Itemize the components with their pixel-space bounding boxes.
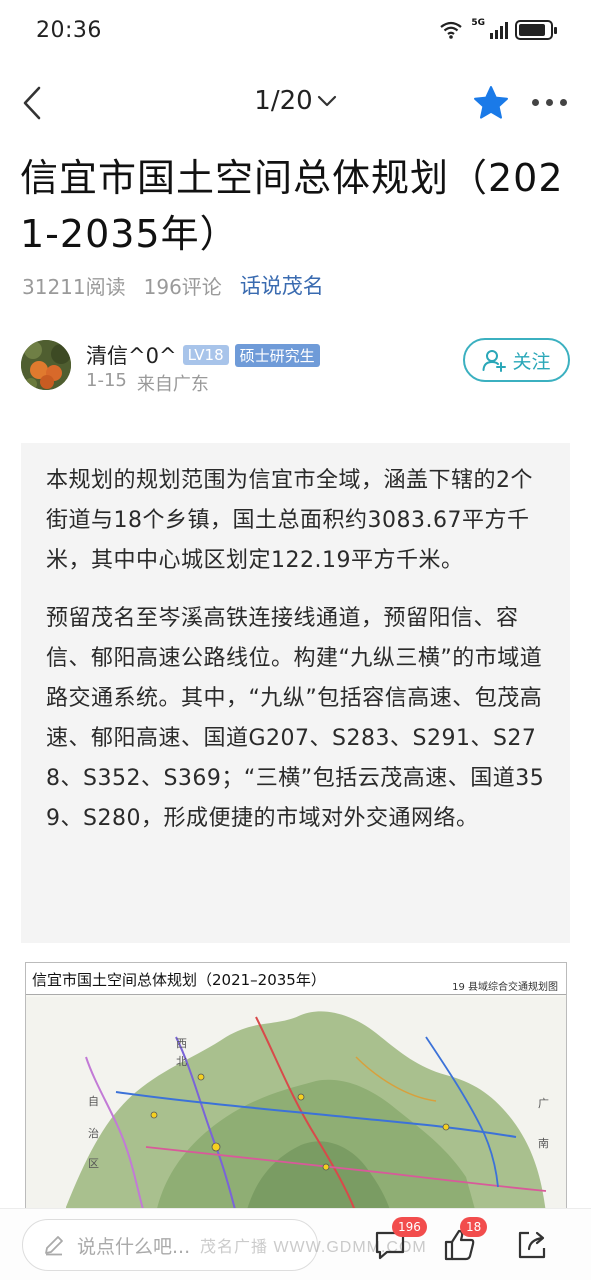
comments-button[interactable]: 196 xyxy=(370,1217,427,1265)
dot-icon xyxy=(546,98,553,106)
comment-count-badge: 196 xyxy=(392,1217,427,1237)
author-name[interactable]: 清信^0^ xyxy=(86,340,177,370)
article-map-image[interactable]: 信宜市国土空间总体规划（2021–2035年） 19 县域综合交通规划图 西 北… xyxy=(25,962,567,1212)
comment-placeholder: 说点什么吧... xyxy=(77,1235,191,1258)
author-subline: 1-15 来自广东 xyxy=(86,370,209,396)
dot-icon xyxy=(532,98,539,106)
author-name-row: 清信^0^ LV18 硕士研究生 xyxy=(86,340,320,370)
network-type: 5G xyxy=(471,18,485,28)
follow-button[interactable]: 关注 xyxy=(463,338,570,382)
map-label: 自 xyxy=(88,1095,99,1108)
more-options-button[interactable] xyxy=(532,94,576,110)
article-title: 信宜市国土空间总体规划（2021-2035年） xyxy=(20,156,564,256)
signal-icon xyxy=(490,22,508,39)
post-location: 来自广东 xyxy=(136,374,209,395)
article-body: 本规划的规划范围为信宜市全域，涵盖下辖的2个街道与18个乡镇，国土总面积约308… xyxy=(21,443,570,943)
chevron-down-icon xyxy=(317,84,337,114)
favorite-button[interactable] xyxy=(472,84,510,122)
map-label: 北 xyxy=(176,1055,187,1068)
map-label: 广 xyxy=(538,1097,549,1110)
avatar[interactable] xyxy=(21,340,71,390)
map-label: 治 xyxy=(88,1126,99,1140)
avatar-image xyxy=(21,340,71,390)
read-count: 31211阅读 xyxy=(22,274,126,299)
paragraph: 预留茂名至岑溪高铁连接线通道，预留阳信、容信、郁阳高速公路线位。构建“九纵三横”… xyxy=(46,606,545,831)
map-header: 信宜市国土空间总体规划（2021–2035年） 19 县域综合交通规划图 xyxy=(26,963,566,995)
follow-label: 关注 xyxy=(512,350,551,373)
dot-icon xyxy=(560,98,567,106)
page-indicator-label: 1/20 xyxy=(254,86,313,116)
star-icon xyxy=(474,86,508,119)
pencil-icon xyxy=(45,1236,63,1256)
map-label: 区 xyxy=(88,1157,99,1170)
post-date: 1-15 xyxy=(86,370,127,391)
wifi-icon xyxy=(440,21,463,39)
bottom-action-bar: 说点什么吧... 茂名广播 WWW.GDMM.COM 196 18 xyxy=(0,1208,591,1280)
status-time: 20:36 xyxy=(36,18,102,43)
share-button[interactable] xyxy=(512,1225,552,1265)
degree-badge: 硕士研究生 xyxy=(234,343,320,367)
comment-count: 196评论 xyxy=(143,274,222,299)
add-user-icon xyxy=(482,350,507,372)
like-button[interactable]: 18 xyxy=(440,1217,488,1265)
map-title: 信宜市国土空间总体规划（2021–2035年） xyxy=(32,971,326,989)
like-count-badge: 18 xyxy=(460,1217,488,1237)
topic-link[interactable]: 话说茂名 xyxy=(240,270,324,300)
map-graphic: 西 北 自 治 区 广 南 xyxy=(26,997,566,1211)
map-label: 南 xyxy=(538,1137,549,1150)
map-subtitle: 19 县域综合交通规划图 xyxy=(452,982,558,993)
status-bar: 20:36 5G xyxy=(0,0,591,66)
map-label: 西 xyxy=(176,1037,187,1050)
paragraph: 本规划的规划范围为信宜市全域，涵盖下辖的2个街道与18个乡镇，国土总面积约308… xyxy=(46,468,533,573)
level-badge: LV18 xyxy=(182,345,229,365)
share-icon xyxy=(518,1231,546,1259)
nav-bar: 1/20 xyxy=(0,66,591,140)
status-icons: 5G xyxy=(439,18,557,40)
article-meta: 31211阅读 196评论 话说茂名 xyxy=(22,270,324,300)
battery-icon xyxy=(515,20,557,40)
